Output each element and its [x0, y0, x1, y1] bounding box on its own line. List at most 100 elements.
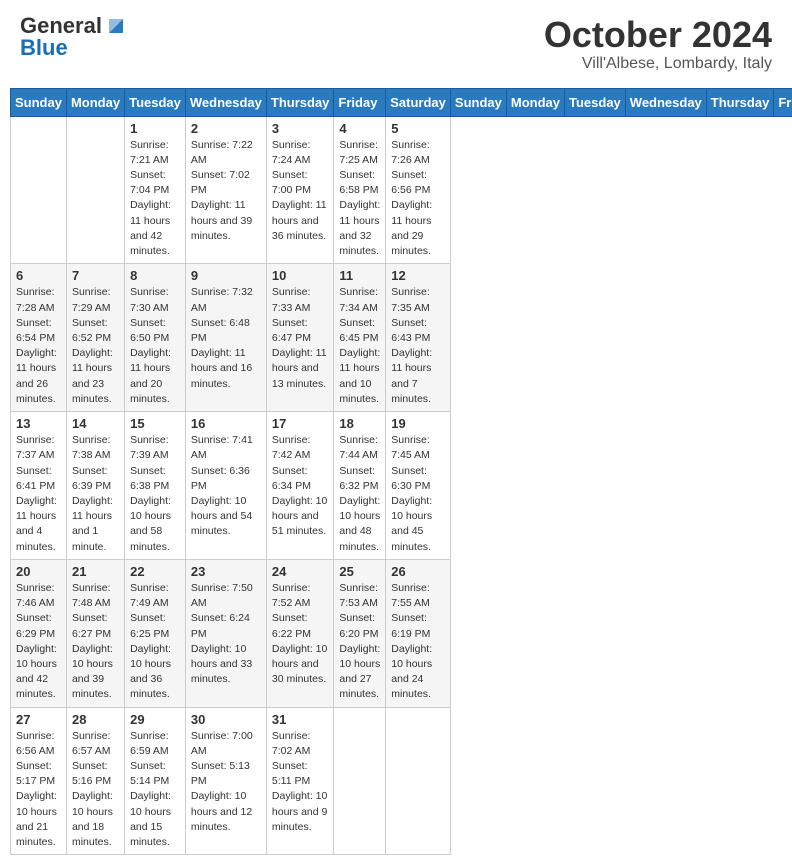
calendar-cell: 15Sunrise: 7:39 AM Sunset: 6:38 PM Dayli… — [125, 412, 186, 560]
calendar-cell: 24Sunrise: 7:52 AM Sunset: 6:22 PM Dayli… — [266, 559, 334, 707]
calendar-cell: 27Sunrise: 6:56 AM Sunset: 5:17 PM Dayli… — [11, 707, 67, 855]
calendar-cell: 7Sunrise: 7:29 AM Sunset: 6:52 PM Daylig… — [66, 264, 124, 412]
calendar-cell: 31Sunrise: 7:02 AM Sunset: 5:11 PM Dayli… — [266, 707, 334, 855]
day-header-sunday: Sunday — [450, 88, 506, 116]
day-number: 31 — [272, 712, 329, 727]
day-number: 18 — [339, 416, 380, 431]
day-number: 4 — [339, 121, 380, 136]
day-number: 21 — [72, 564, 119, 579]
calendar-cell: 28 Sunrise: 6:57 AM Sunset: 5:16 PM Dayli… — [66, 707, 124, 855]
day-number: 26 — [391, 564, 445, 579]
day-info: Sunrise: 7:39 AM Sunset: 6:38 PM Dayligh… — [130, 433, 180, 555]
day-info: Sunrise: 7:44 AM Sunset: 6:32 PM Dayligh… — [339, 433, 380, 555]
day-info: Sunrise: 7:37 AM Sunset: 6:41 PM Dayligh… — [16, 433, 61, 555]
day-header-thursday: Thursday — [266, 88, 334, 116]
day-number: 1 — [130, 121, 180, 136]
day-number: 3 — [272, 121, 329, 136]
day-header-wednesday: Wednesday — [625, 88, 706, 116]
day-info: Sunrise: 7:33 AM Sunset: 6:47 PM Dayligh… — [272, 285, 329, 392]
calendar-cell — [11, 116, 67, 264]
title-block: October 2024 Vill'Albese, Lombardy, Ital… — [544, 15, 772, 73]
calendar-cell: 29 Sunrise: 6:59 AM Sunset: 5:14 PM Dayli… — [125, 707, 186, 855]
calendar-week-2: 6 Sunrise: 7:28 AM Sunset: 6:54 PM Daylig… — [11, 264, 792, 412]
day-number: 11 — [339, 268, 380, 283]
day-info: Sunrise: 7:32 AM Sunset: 6:48 PM Dayligh… — [191, 285, 261, 392]
calendar-cell: 16 Sunrise: 7:41 AM Sunset: 6:36 PM Dayli… — [185, 412, 266, 560]
day-header-friday: Friday — [774, 88, 792, 116]
day-number: 5 — [391, 121, 445, 136]
calendar-cell: 12 Sunrise: 7:35 AM Sunset: 6:43 PM Dayli… — [386, 264, 451, 412]
calendar-cell: 22 Sunrise: 7:49 AM Sunset: 6:25 PM Dayli… — [125, 559, 186, 707]
calendar-cell: 3 Sunrise: 7:24 AM Sunset: 7:00 PM Daylig… — [266, 116, 334, 264]
day-number: 22 — [130, 564, 180, 579]
day-info: Sunrise: 7:25 AM Sunset: 6:58 PM Dayligh… — [339, 138, 380, 260]
day-info: Sunrise: 7:45 AM Sunset: 6:30 PM Dayligh… — [391, 433, 445, 555]
day-number: 29 — [130, 712, 180, 727]
day-info: Sunrise: 7:24 AM Sunset: 7:00 PM Dayligh… — [272, 138, 329, 245]
calendar-cell — [66, 116, 124, 264]
day-info: Sunrise: 7:35 AM Sunset: 6:43 PM Dayligh… — [391, 285, 445, 407]
location-title: Vill'Albese, Lombardy, Italy — [544, 55, 772, 73]
day-number: 16 — [191, 416, 261, 431]
calendar-cell: 30 Sunrise: 7:00 AM Sunset: 5:13 PM Dayli… — [185, 707, 266, 855]
calendar-cell: 5Sunrise: 7:26 AM Sunset: 6:56 PM Daylig… — [386, 116, 451, 264]
day-header-sunday: Sunday — [11, 88, 67, 116]
day-number: 6 — [16, 268, 61, 283]
day-info: Sunrise: 7:28 AM Sunset: 6:54 PM Dayligh… — [16, 285, 61, 407]
day-info: Sunrise: 7:34 AM Sunset: 6:45 PM Dayligh… — [339, 285, 380, 407]
day-info: Sunrise: 7:41 AM Sunset: 6:36 PM Dayligh… — [191, 433, 261, 540]
logo-general-text: General — [20, 15, 102, 37]
calendar-cell: 11 Sunrise: 7:34 AM Sunset: 6:45 PM Dayli… — [334, 264, 386, 412]
calendar-cell: 18 Sunrise: 7:44 AM Sunset: 6:32 PM Dayli… — [334, 412, 386, 560]
day-info: Sunrise: 7:22 AM Sunset: 7:02 PM Dayligh… — [191, 138, 261, 245]
calendar-week-5: 27Sunrise: 6:56 AM Sunset: 5:17 PM Dayli… — [11, 707, 792, 855]
calendar-cell — [334, 707, 386, 855]
calendar-cell: 20Sunrise: 7:46 AM Sunset: 6:29 PM Dayli… — [11, 559, 67, 707]
day-number: 23 — [191, 564, 261, 579]
day-info: Sunrise: 7:55 AM Sunset: 6:19 PM Dayligh… — [391, 581, 445, 703]
logo: General Blue — [20, 15, 127, 59]
calendar-table: SundayMondayTuesdayWednesdayThursdayFrid… — [10, 88, 792, 856]
calendar-cell: 14 Sunrise: 7:38 AM Sunset: 6:39 PM Dayli… — [66, 412, 124, 560]
day-number: 28 — [72, 712, 119, 727]
day-number: 30 — [191, 712, 261, 727]
calendar-cell: 19 Sunrise: 7:45 AM Sunset: 6:30 PM Dayli… — [386, 412, 451, 560]
day-header-saturday: Saturday — [386, 88, 451, 116]
day-info: Sunrise: 6:59 AM Sunset: 5:14 PM Dayligh… — [130, 729, 180, 851]
calendar-cell: 4 Sunrise: 7:25 AM Sunset: 6:58 PM Daylig… — [334, 116, 386, 264]
calendar-cell: 21 Sunrise: 7:48 AM Sunset: 6:27 PM Dayli… — [66, 559, 124, 707]
day-header-monday: Monday — [506, 88, 564, 116]
calendar-cell: 1 Sunrise: 7:21 AM Sunset: 7:04 PM Daylig… — [125, 116, 186, 264]
day-number: 19 — [391, 416, 445, 431]
day-info: Sunrise: 7:48 AM Sunset: 6:27 PM Dayligh… — [72, 581, 119, 703]
month-title: October 2024 — [544, 15, 772, 55]
page-header: General Blue October 2024 Vill'Albese, L… — [10, 10, 782, 78]
day-header-wednesday: Wednesday — [185, 88, 266, 116]
calendar-cell: 23Sunrise: 7:50 AM Sunset: 6:24 PM Dayli… — [185, 559, 266, 707]
day-header-tuesday: Tuesday — [125, 88, 186, 116]
day-info: Sunrise: 7:00 AM Sunset: 5:13 PM Dayligh… — [191, 729, 261, 836]
day-number: 25 — [339, 564, 380, 579]
calendar-cell: 2Sunrise: 7:22 AM Sunset: 7:02 PM Daylig… — [185, 116, 266, 264]
calendar-cell — [386, 707, 451, 855]
day-number: 17 — [272, 416, 329, 431]
calendar-cell: 9 Sunrise: 7:32 AM Sunset: 6:48 PM Daylig… — [185, 264, 266, 412]
day-number: 8 — [130, 268, 180, 283]
calendar-cell: 8Sunrise: 7:30 AM Sunset: 6:50 PM Daylig… — [125, 264, 186, 412]
day-info: Sunrise: 6:57 AM Sunset: 5:16 PM Dayligh… — [72, 729, 119, 851]
day-info: Sunrise: 7:21 AM Sunset: 7:04 PM Dayligh… — [130, 138, 180, 260]
day-number: 9 — [191, 268, 261, 283]
day-header-monday: Monday — [66, 88, 124, 116]
day-info: Sunrise: 7:38 AM Sunset: 6:39 PM Dayligh… — [72, 433, 119, 555]
day-header-thursday: Thursday — [706, 88, 774, 116]
day-info: Sunrise: 7:49 AM Sunset: 6:25 PM Dayligh… — [130, 581, 180, 703]
calendar-cell: 13Sunrise: 7:37 AM Sunset: 6:41 PM Dayli… — [11, 412, 67, 560]
day-number: 14 — [72, 416, 119, 431]
day-number: 27 — [16, 712, 61, 727]
calendar-header-row: SundayMondayTuesdayWednesdayThursdayFrid… — [11, 88, 792, 116]
day-header-friday: Friday — [334, 88, 386, 116]
day-header-tuesday: Tuesday — [565, 88, 626, 116]
day-number: 10 — [272, 268, 329, 283]
day-number: 12 — [391, 268, 445, 283]
day-number: 20 — [16, 564, 61, 579]
